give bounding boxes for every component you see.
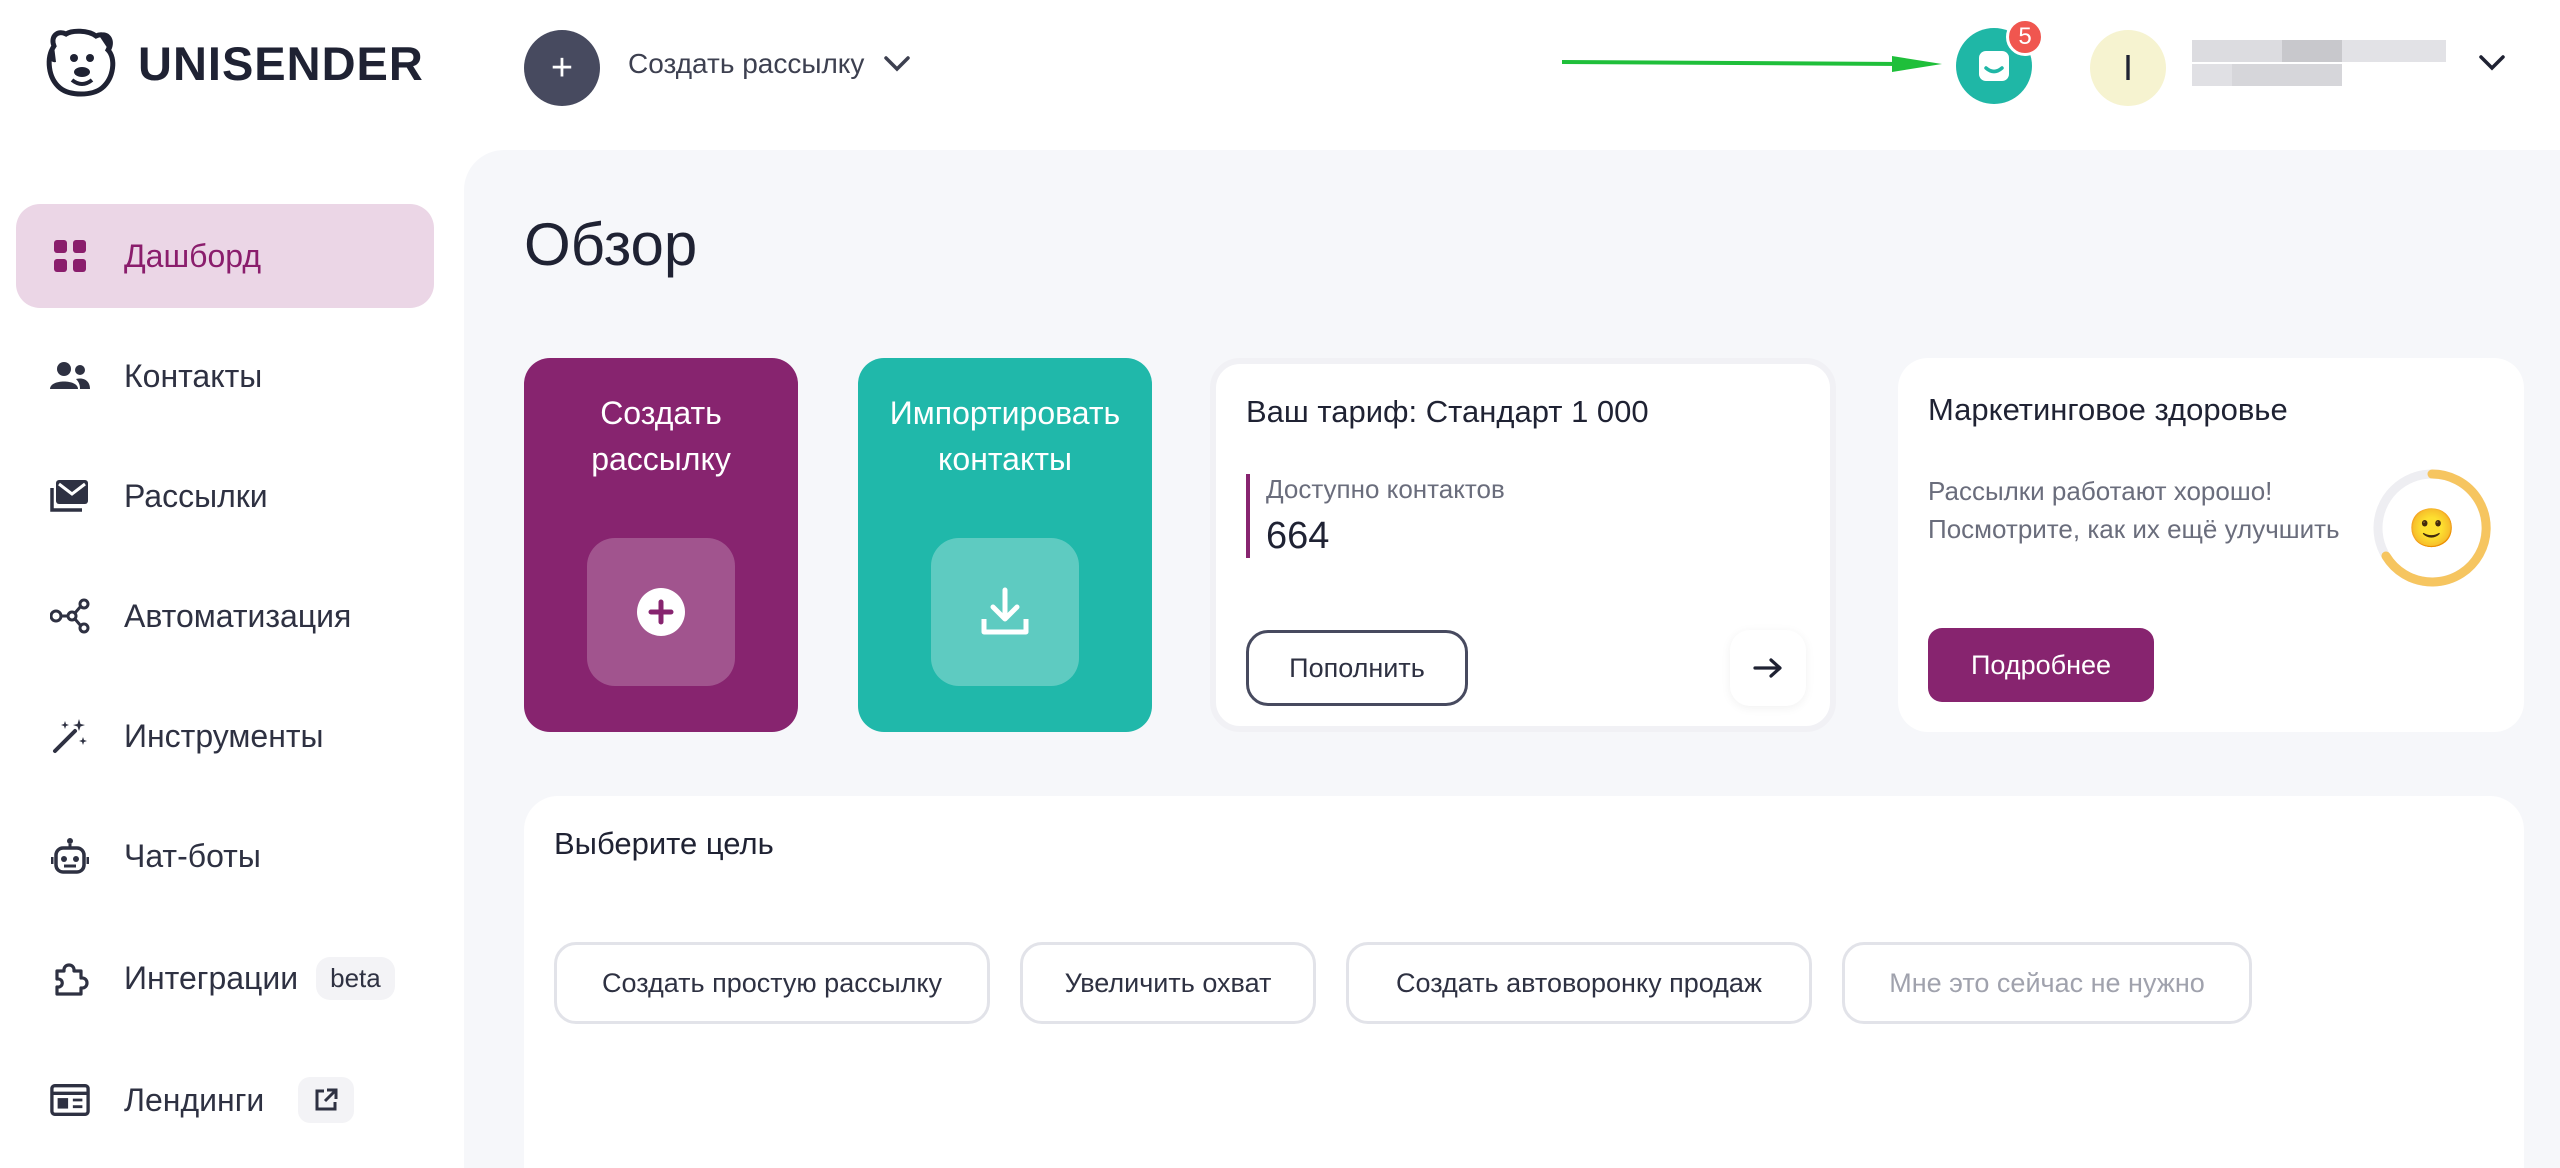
create-card-line1: Создать: [600, 395, 722, 431]
chat-icon: [1979, 51, 2009, 81]
puzzle-icon: [50, 958, 90, 998]
tariff-title: Ваш тариф: Стандарт 1 000: [1246, 394, 1649, 429]
tariff-card: Ваш тариф: Стандарт 1 000 Доступно конта…: [1210, 358, 1836, 732]
more-details-button[interactable]: Подробнее: [1928, 628, 2154, 702]
import-card-icon-box: [931, 538, 1079, 686]
choose-goal-panel: Выберите цель Создать простую рассылку У…: [524, 796, 2524, 1168]
plus-icon: +: [550, 46, 574, 89]
sidebar-item-label: Контакты: [124, 357, 263, 394]
magic-wand-icon: [50, 716, 90, 756]
tariff-contacts-block: Доступно контактов 664: [1246, 474, 1505, 558]
goal-simple-campaign-button[interactable]: Создать простую рассылку: [554, 942, 990, 1024]
import-contacts-card[interactable]: Импортировать контакты: [858, 358, 1152, 732]
import-card-line2: контакты: [938, 441, 1072, 477]
sidebar-item-tools[interactable]: Инструменты: [16, 684, 434, 788]
sidebar-item-automation[interactable]: Автоматизация: [16, 564, 434, 668]
available-contacts-label: Доступно контактов: [1266, 474, 1505, 504]
people-icon: [50, 356, 90, 396]
notifications-count-badge: 5: [2006, 18, 2044, 56]
sidebar-item-label: Автоматизация: [124, 597, 352, 634]
arrow-right-icon: [1753, 658, 1782, 678]
sidebar-item-label: Дашборд: [124, 237, 261, 274]
sidebar-item-landings[interactable]: Лендинги: [16, 1048, 434, 1152]
create-card-line2: рассылку: [591, 441, 731, 477]
create-card-icon-box: [587, 538, 735, 686]
create-campaign-card[interactable]: Создать рассылку: [524, 358, 798, 732]
sidebar-item-label: Интеграции: [124, 959, 299, 996]
marketing-health-card: Маркетинговое здоровье Рассылки работают…: [1898, 358, 2524, 732]
chevron-down-icon: [884, 56, 911, 72]
goal-not-needed-button[interactable]: Мне это сейчас не нужно: [1842, 942, 2252, 1024]
goal-increase-reach-button[interactable]: Увеличить охват: [1020, 942, 1316, 1024]
landing-icon: [50, 1080, 90, 1120]
create-campaign-plus-button[interactable]: +: [524, 30, 600, 106]
tariff-details-button[interactable]: [1730, 630, 1806, 706]
health-gauge: 🙂: [2370, 466, 2494, 590]
user-menu-chevron-icon[interactable]: [2478, 54, 2506, 72]
goal-sales-funnel-button[interactable]: Создать автоворонку продаж: [1346, 942, 1812, 1024]
import-card-line1: Импортировать: [889, 395, 1121, 431]
annotation-arrow: [1562, 56, 1942, 72]
plus-circle-icon: [637, 588, 685, 636]
sidebar-item-dashboard[interactable]: Дашборд: [16, 204, 434, 308]
sidebar-item-label: Лендинги: [124, 1081, 265, 1118]
smile-emoji-icon: 🙂: [2408, 507, 2455, 550]
create-campaign-label: Создать рассылку: [628, 48, 865, 79]
goal-title: Выберите цель: [554, 826, 774, 861]
health-description: Рассылки работают хорошо! Посмотрите, ка…: [1928, 476, 2340, 544]
page-title: Обзор: [524, 211, 698, 278]
external-link-icon[interactable]: [298, 1077, 355, 1123]
sidebar-item-integrations[interactable]: Интеграции beta: [16, 926, 434, 1030]
user-name-redacted[interactable]: [2192, 40, 2446, 92]
sidebar-item-label: Чат-боты: [124, 837, 261, 874]
sidebar-item-contacts[interactable]: Контакты: [16, 324, 434, 428]
create-campaign-dropdown[interactable]: Создать рассылку: [628, 48, 911, 80]
flow-icon: [50, 596, 90, 636]
app: UNISENDER + Создать рассылку 5 I Дашборд: [0, 0, 2560, 1168]
logo[interactable]: UNISENDER: [44, 28, 424, 98]
dog-logo-icon: [46, 28, 116, 97]
beta-badge: beta: [316, 956, 395, 1000]
sidebar-item-chatbots[interactable]: Чат-боты: [16, 804, 434, 908]
grid-icon: [50, 236, 90, 276]
available-contacts-value: 664: [1266, 515, 1330, 557]
brand-name: UNISENDER: [138, 36, 424, 90]
sidebar-item-campaigns[interactable]: Рассылки: [16, 444, 434, 548]
bot-icon: [50, 836, 90, 876]
sidebar-item-label: Рассылки: [124, 477, 268, 514]
user-avatar[interactable]: I: [2090, 30, 2166, 106]
sidebar-item-label: Инструменты: [124, 717, 324, 754]
health-title: Маркетинговое здоровье: [1928, 392, 2288, 427]
download-icon: [981, 587, 1029, 635]
mail-icon: [50, 476, 90, 516]
topup-button[interactable]: Пополнить: [1246, 630, 1468, 706]
